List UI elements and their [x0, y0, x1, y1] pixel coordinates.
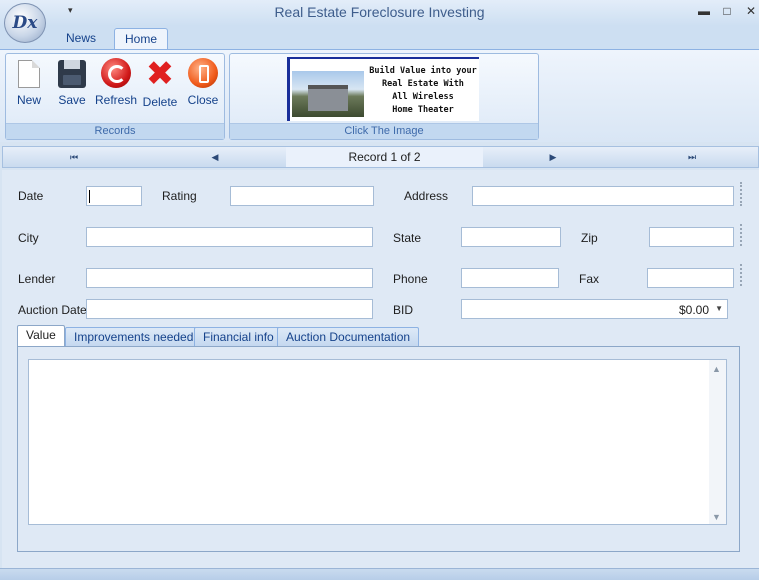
- state-label: State: [393, 231, 422, 245]
- app-logo-icon: Dx: [12, 13, 38, 33]
- record-navigator: ⏮ ◀ Record 1 of 2 ▶ ⏭: [2, 146, 759, 168]
- new-button[interactable]: New: [6, 58, 52, 110]
- ad-line: Build Value into your: [369, 66, 477, 76]
- city-field[interactable]: [86, 227, 373, 247]
- resize-grip[interactable]: [740, 224, 743, 246]
- house-photo: [292, 71, 364, 117]
- close-window-button[interactable]: ✕: [744, 4, 758, 18]
- ad-line: Home Theater: [392, 105, 454, 115]
- records-group-label: Records: [6, 123, 224, 139]
- ribbon-tabs: News Home: [0, 26, 759, 50]
- date-label: Date: [18, 189, 44, 203]
- image-group-label: Click The Image: [230, 123, 538, 139]
- tab-value[interactable]: Value: [17, 325, 65, 347]
- tab-improvements-needed[interactable]: Improvements needed: [65, 327, 203, 347]
- zip-field[interactable]: [649, 227, 734, 247]
- refresh-button[interactable]: Refresh: [93, 58, 139, 110]
- phone-label: Phone: [393, 272, 428, 286]
- value-memo-field[interactable]: ▲ ▼: [28, 359, 727, 525]
- bid-field[interactable]: $0.00 ▼: [461, 299, 728, 319]
- save-button-label: Save: [58, 93, 86, 107]
- refresh-button-label: Refresh: [94, 93, 138, 107]
- power-close-icon: [188, 58, 218, 88]
- ad-line: Real Estate With: [382, 79, 464, 89]
- city-label: City: [18, 231, 39, 245]
- scroll-up-icon[interactable]: ▲: [712, 364, 721, 374]
- image-group: Build Value into your Real Estate With A…: [229, 53, 539, 140]
- floppy-disk-icon: [58, 60, 86, 88]
- window-title: Real Estate Foreclosure Investing: [274, 4, 485, 20]
- address-label: Address: [404, 189, 449, 203]
- lender-label: Lender: [18, 272, 56, 286]
- ad-line: All Wireless: [392, 92, 454, 102]
- minimize-button[interactable]: ▬: [697, 4, 711, 18]
- bid-label: BID: [393, 303, 414, 317]
- last-record-icon[interactable]: ⏭: [684, 150, 700, 164]
- state-field[interactable]: [461, 227, 561, 247]
- record-position: Record 1 of 2: [286, 147, 483, 167]
- refresh-icon: [101, 58, 131, 88]
- restore-button[interactable]: □: [720, 4, 734, 18]
- close-button-label: Close: [187, 93, 219, 107]
- fax-label: Fax: [579, 272, 600, 286]
- tab-financial-info[interactable]: Financial info: [194, 327, 283, 347]
- vertical-scrollbar[interactable]: ▲ ▼: [709, 360, 726, 524]
- delete-button-label: Delete: [142, 95, 178, 109]
- close-button[interactable]: Close: [180, 58, 226, 110]
- fax-field[interactable]: [647, 268, 734, 288]
- phone-field[interactable]: [461, 268, 559, 288]
- address-field[interactable]: [472, 186, 734, 206]
- first-record-icon[interactable]: ⏮: [66, 150, 82, 164]
- zip-label: Zip: [581, 231, 598, 245]
- ad-text: Build Value into your Real Estate With A…: [366, 65, 480, 117]
- delete-x-icon: ✖: [145, 55, 175, 93]
- save-button[interactable]: Save: [49, 58, 95, 110]
- delete-button[interactable]: ✖ Delete: [137, 55, 183, 110]
- next-record-icon[interactable]: ▶: [545, 150, 561, 164]
- text-caret: [89, 190, 90, 203]
- tab-auction-documentation[interactable]: Auction Documentation: [277, 327, 420, 347]
- app-menu-button[interactable]: Dx: [4, 3, 46, 43]
- previous-record-icon[interactable]: ◀: [207, 150, 223, 164]
- dropdown-arrow-icon[interactable]: ▼: [715, 304, 723, 313]
- bid-value: $0.00: [678, 303, 709, 317]
- auction-date-field[interactable]: [86, 299, 373, 319]
- advertisement-image[interactable]: Build Value into your Real Estate With A…: [287, 57, 479, 121]
- record-form: Date Rating Address City State Zip Lende…: [2, 170, 759, 568]
- new-button-label: New: [16, 93, 41, 107]
- rating-label: Rating: [162, 189, 197, 203]
- auction-date-label: Auction Date: [18, 303, 87, 317]
- new-document-icon: [18, 60, 40, 88]
- tab-news[interactable]: News: [56, 28, 106, 50]
- ribbon: New Save Refresh ✖ Delete Close Records …: [0, 49, 759, 142]
- title-bar: ▾ Real Estate Foreclosure Investing ▬ □ …: [0, 0, 759, 26]
- resize-grip[interactable]: [740, 182, 743, 206]
- status-bar: [0, 568, 759, 580]
- date-field[interactable]: [86, 186, 142, 206]
- tab-page-value: ▲ ▼: [17, 346, 740, 552]
- resize-grip[interactable]: [740, 264, 743, 286]
- tab-home[interactable]: Home: [114, 28, 169, 50]
- rating-field[interactable]: [230, 186, 374, 206]
- lender-field[interactable]: [86, 268, 373, 288]
- records-group: New Save Refresh ✖ Delete Close Records: [5, 53, 225, 140]
- scroll-down-icon[interactable]: ▼: [712, 512, 721, 522]
